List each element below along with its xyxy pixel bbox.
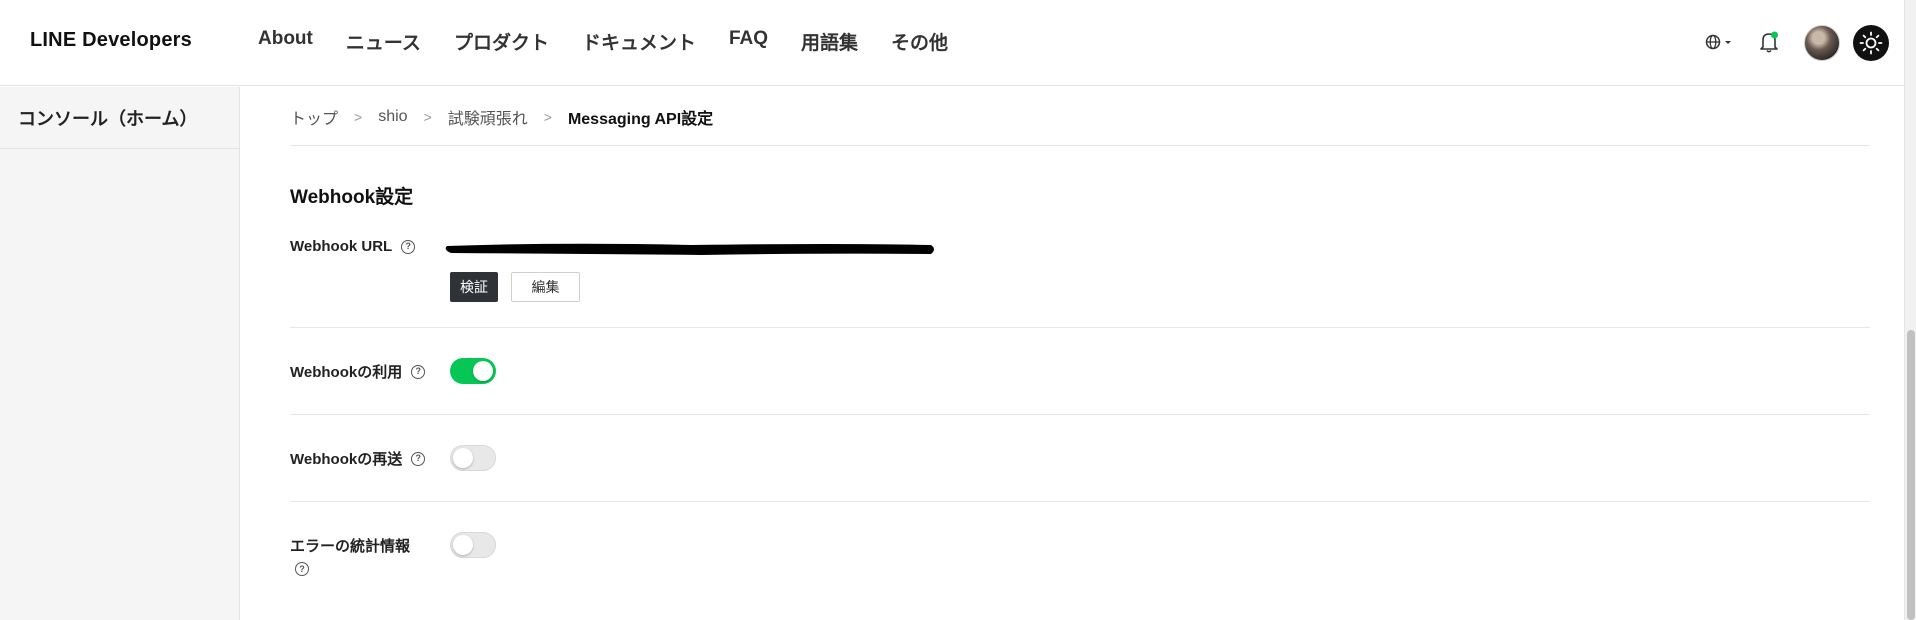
breadcrumb-item-provider[interactable]: shio xyxy=(378,108,407,126)
breadcrumb-separator: > xyxy=(354,109,363,125)
error-stats-toggle[interactable] xyxy=(450,532,496,558)
divider xyxy=(290,501,1870,502)
theme-toggle-button[interactable] xyxy=(1853,25,1889,61)
use-webhook-label-text: Webhookの利用 xyxy=(290,364,403,381)
section-title: Webhook設定 xyxy=(290,187,414,208)
use-webhook-toggle[interactable] xyxy=(450,358,496,384)
breadcrumb-current: Messaging API設定 xyxy=(567,111,714,128)
line-developers-logo[interactable]: LINE Developers xyxy=(30,29,192,52)
use-webhook-label: Webhookの利用 ? xyxy=(290,361,426,382)
breadcrumb-item-top[interactable]: トップ xyxy=(290,105,338,129)
webhook-redelivery-label: Webhookの再送 ? xyxy=(290,448,426,469)
notifications-button[interactable] xyxy=(1758,30,1780,54)
help-icon[interactable]: ? xyxy=(295,562,309,576)
toggle-knob xyxy=(453,448,473,468)
chevron-down-icon xyxy=(1725,41,1731,44)
main-nav: About ニュース プロダクト ドキュメント FAQ 用語集 その他 xyxy=(258,28,981,55)
bell-icon xyxy=(1760,31,1778,53)
sun-icon xyxy=(1859,31,1883,55)
edit-button[interactable]: 編集 xyxy=(511,272,580,302)
sidebar-item-console-home[interactable]: コンソール（ホーム） xyxy=(0,87,239,149)
error-stats-label: エラーの統計情報 xyxy=(290,535,410,556)
webhook-redelivery-label-text: Webhookの再送 xyxy=(290,451,403,468)
webhook-redelivery-toggle[interactable] xyxy=(450,445,496,471)
divider xyxy=(290,145,1870,146)
nav-about[interactable]: About xyxy=(258,28,313,55)
language-selector[interactable] xyxy=(1704,31,1734,53)
divider xyxy=(290,414,1870,415)
breadcrumb-item-channel[interactable]: 試験頑張れ xyxy=(448,105,528,129)
top-header: LINE Developers About ニュース プロダクト ドキュメント … xyxy=(0,0,1904,86)
help-icon[interactable]: ? xyxy=(401,239,416,254)
nav-documents[interactable]: ドキュメント xyxy=(582,28,696,55)
breadcrumb-separator: > xyxy=(423,109,432,125)
nav-news[interactable]: ニュース xyxy=(346,28,421,55)
toggle-knob xyxy=(453,535,473,555)
webhook-url-redacted xyxy=(445,243,934,255)
sidebar: コンソール（ホーム） xyxy=(0,87,240,620)
divider xyxy=(290,327,1870,328)
help-icon[interactable]: ? xyxy=(411,364,426,379)
avatar[interactable] xyxy=(1804,25,1840,61)
nav-products[interactable]: プロダクト xyxy=(454,28,549,55)
breadcrumb-separator: > xyxy=(543,109,552,125)
globe-icon xyxy=(1705,34,1731,50)
toggle-knob xyxy=(473,361,493,381)
notification-dot xyxy=(1771,31,1778,39)
webhook-url-label-text: Webhook URL xyxy=(290,238,393,255)
help-icon[interactable]: ? xyxy=(411,451,426,466)
nav-faq[interactable]: FAQ xyxy=(729,28,768,55)
webhook-url-label: Webhook URL ? xyxy=(290,238,416,255)
nav-more[interactable]: その他 xyxy=(891,28,948,55)
page-scrollbar[interactable] xyxy=(1904,0,1916,620)
nav-glossary[interactable]: 用語集 xyxy=(801,28,858,55)
error-stats-label-text: エラーの統計情報 xyxy=(290,538,411,555)
scrollbar-thumb[interactable] xyxy=(1907,330,1915,620)
verify-button[interactable]: 検証 xyxy=(450,272,498,302)
breadcrumb: トップ > shio > 試験頑張れ > Messaging API設定 xyxy=(290,105,713,129)
